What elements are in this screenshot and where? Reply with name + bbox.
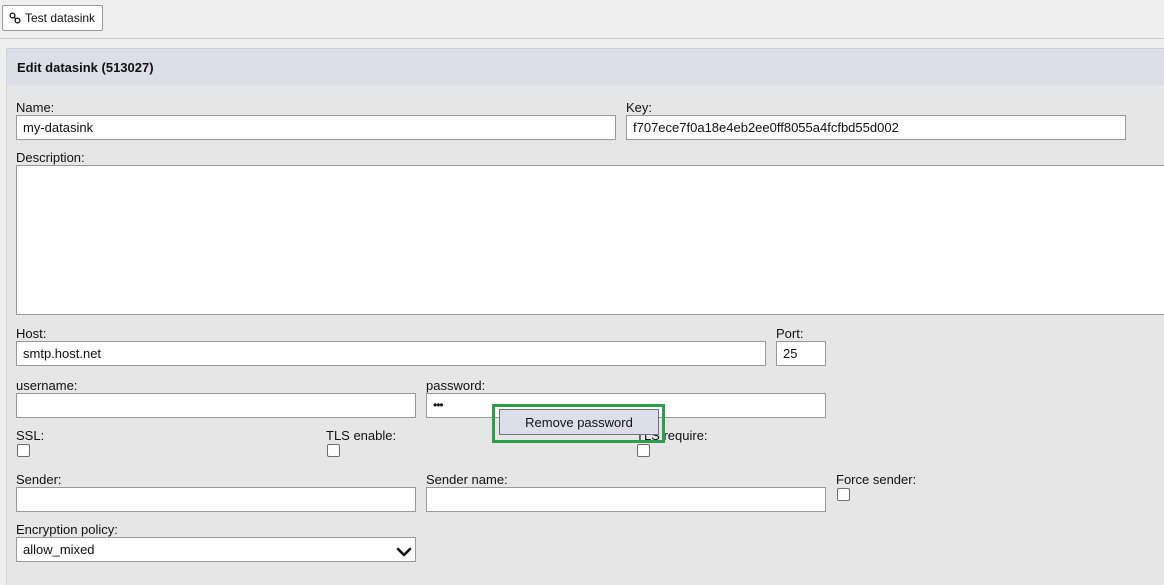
top-toolbar: Test datasink xyxy=(0,0,1164,39)
password-label: password: xyxy=(426,378,486,393)
encryption-policy-label: Encryption policy: xyxy=(16,522,118,537)
panel-title: Edit datasink (513027) xyxy=(17,60,154,75)
sender-label: Sender: xyxy=(16,472,62,487)
tls-enable-checkbox[interactable] xyxy=(327,444,340,457)
force-sender-label: Force sender: xyxy=(836,472,917,487)
remove-password-button[interactable]: Remove password xyxy=(499,409,659,435)
encryption-policy-value: allow_mixed xyxy=(23,542,95,557)
ssl-checkbox[interactable] xyxy=(17,444,30,457)
description-textarea[interactable] xyxy=(16,165,1164,315)
encryption-policy-select[interactable]: allow_mixed xyxy=(16,537,416,562)
key-input[interactable]: f707ece7f0a18e4eb2ee0ff8055a4fcfbd55d002 xyxy=(626,115,1126,140)
username-label: username: xyxy=(16,378,78,393)
tls-require-checkbox[interactable] xyxy=(637,444,650,457)
host-input[interactable]: smtp.host.net xyxy=(16,341,766,366)
port-label: Port: xyxy=(776,326,804,341)
name-input[interactable]: my-datasink xyxy=(16,115,616,140)
sender-name-label: Sender name: xyxy=(426,472,508,487)
key-label: Key: xyxy=(626,100,653,115)
name-label: Name: xyxy=(16,100,55,115)
host-label: Host: xyxy=(16,326,47,341)
username-input[interactable] xyxy=(16,393,416,418)
ssl-label: SSL: xyxy=(16,428,45,443)
panel-header: Edit datasink (513027) xyxy=(7,48,1164,85)
sender-input[interactable] xyxy=(16,487,416,512)
test-datasink-button[interactable]: Test datasink xyxy=(2,5,104,31)
description-label: Description: xyxy=(16,150,85,165)
chevron-down-icon xyxy=(396,543,412,566)
tls-enable-label: TLS enable: xyxy=(326,428,397,443)
force-sender-checkbox[interactable] xyxy=(837,488,850,501)
port-input[interactable]: 25 xyxy=(776,341,826,366)
link-icon xyxy=(9,12,21,24)
sender-name-input[interactable] xyxy=(426,487,826,512)
test-datasink-label: Test datasink xyxy=(25,11,96,25)
